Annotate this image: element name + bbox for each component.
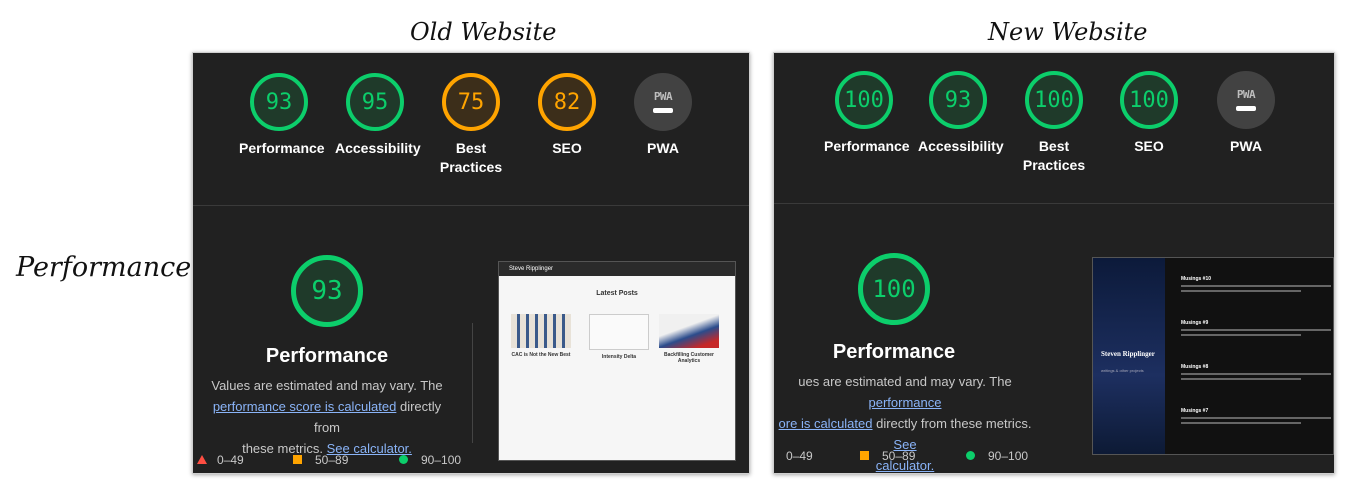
new-gauge-best-practices[interactable]: 100 Best Practices xyxy=(1014,71,1094,175)
score-ring: 93 xyxy=(929,71,987,129)
gauge-label: Accessibility xyxy=(918,138,1004,154)
score-ring: 100 xyxy=(1025,71,1083,129)
score-ring: 75 xyxy=(442,73,500,131)
new-gauge-pwa[interactable]: PWA PWA xyxy=(1206,71,1286,156)
old-website-heading: Old Website xyxy=(410,18,557,46)
old-lighthouse-panel: 93 Performance 95 Accessibility 75 Best … xyxy=(192,52,750,474)
new-gauge-seo[interactable]: 100 SEO xyxy=(1109,71,1189,156)
gauge-label: Accessibility xyxy=(335,140,421,156)
gauge-label: SEO xyxy=(552,140,582,156)
section-divider xyxy=(774,203,1334,204)
gauge-label: Performance xyxy=(239,140,325,156)
average-square-icon xyxy=(293,455,302,464)
new-site-screenshot: Steven Ripplinger writings & other proje… xyxy=(1092,257,1334,455)
old-performance-title: Performance xyxy=(265,345,389,367)
gauge-label: Best Practices xyxy=(439,140,503,175)
performance-link[interactable]: performance xyxy=(869,395,942,410)
score-calculated-link[interactable]: ore is calculated xyxy=(779,416,873,431)
new-lighthouse-panel: 100 Performance 93 Accessibility 100 Bes… xyxy=(773,52,1335,474)
old-performance-description: Values are estimated and may vary. The p… xyxy=(211,378,443,456)
old-gauge-best-practices[interactable]: 75 Best Practices xyxy=(431,73,511,177)
old-gauge-accessibility[interactable]: 95 Accessibility xyxy=(335,73,421,158)
gauge-label: PWA xyxy=(647,140,679,156)
average-square-icon xyxy=(860,451,869,460)
new-gauge-performance[interactable]: 100 Performance xyxy=(824,71,910,156)
fail-triangle-icon xyxy=(197,455,207,464)
new-performance-score-ring: 100 xyxy=(858,253,930,325)
vertical-divider xyxy=(472,323,473,443)
old-performance-score-ring: 93 xyxy=(291,255,363,327)
gauge-label: Best Practices xyxy=(1022,138,1086,173)
pwa-badge-icon: PWA xyxy=(634,73,692,131)
gauge-label: Performance xyxy=(824,138,910,154)
new-performance-title: Performance xyxy=(832,341,956,363)
section-divider xyxy=(193,205,749,206)
new-score-legend: 0–49 50–89 90–100 xyxy=(786,449,1029,463)
score-calculated-link[interactable]: performance score is calculated xyxy=(213,399,397,414)
gauge-label: PWA xyxy=(1230,138,1262,154)
score-ring: 100 xyxy=(1120,71,1178,129)
old-gauge-performance[interactable]: 93 Performance xyxy=(239,73,325,158)
old-site-screenshot: Steve Ripplinger Latest Posts CAC is Not… xyxy=(498,261,736,461)
pwa-badge-icon: PWA xyxy=(1217,71,1275,129)
old-score-legend: 0–49 50–89 90–100 xyxy=(193,453,493,469)
performance-side-label: Performance xyxy=(16,252,192,283)
score-ring: 100 xyxy=(835,71,893,129)
new-website-heading: New Website xyxy=(988,18,1148,46)
score-ring: 95 xyxy=(346,73,404,131)
old-gauge-seo[interactable]: 82 SEO xyxy=(527,73,607,158)
new-gauge-accessibility[interactable]: 93 Accessibility xyxy=(918,71,1004,156)
pass-circle-icon xyxy=(966,451,975,460)
score-ring: 82 xyxy=(538,73,596,131)
score-ring: 93 xyxy=(250,73,308,131)
pass-circle-icon xyxy=(399,455,408,464)
old-gauge-pwa[interactable]: PWA PWA xyxy=(623,73,703,158)
gauge-label: SEO xyxy=(1134,138,1164,154)
